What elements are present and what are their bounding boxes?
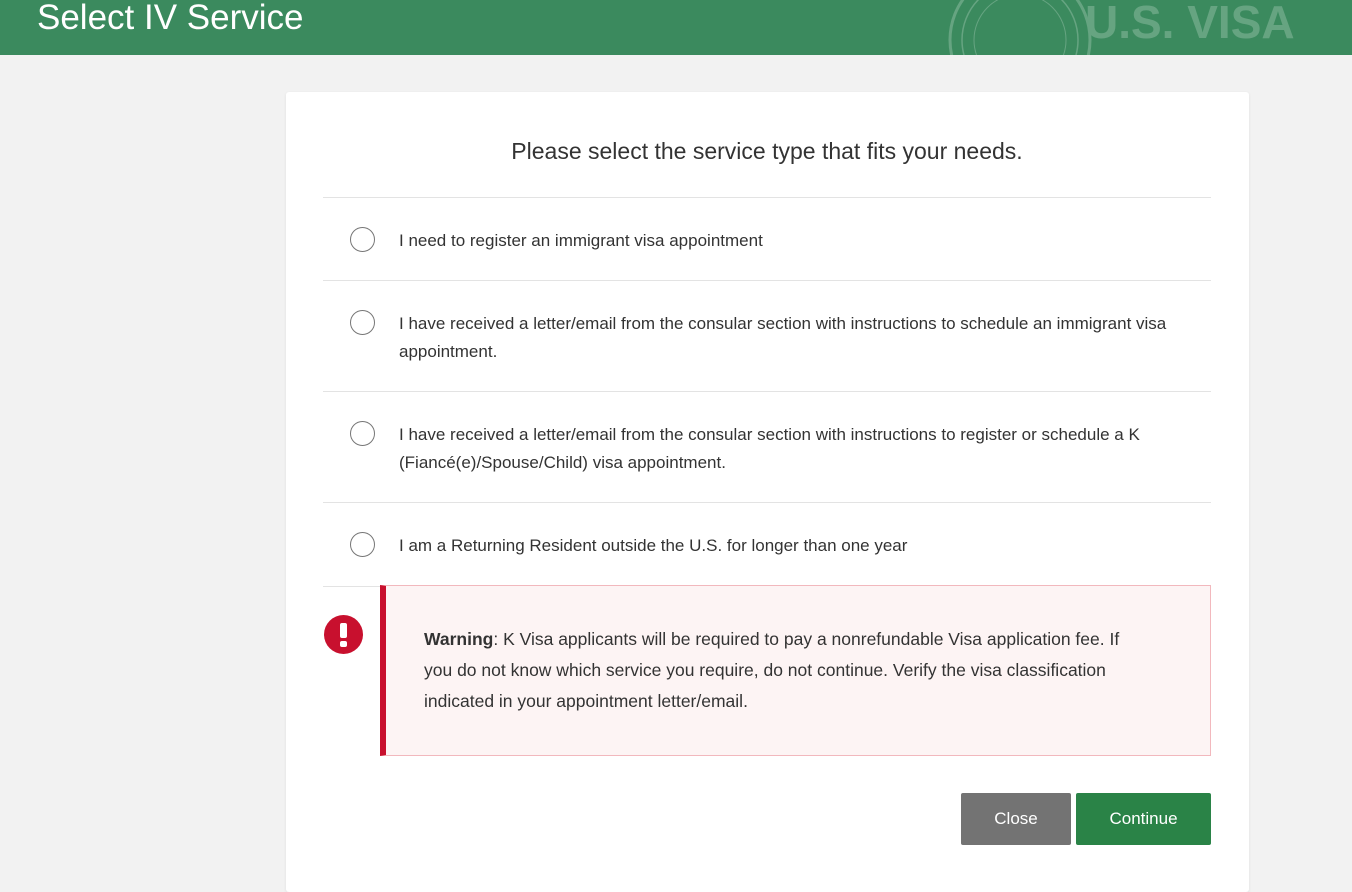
option-schedule-immigrant-visa[interactable]: I have received a letter/email from the …: [323, 280, 1211, 392]
warning-message: Warning: K Visa applicants will be requi…: [424, 624, 1144, 717]
option-label: I need to register an immigrant visa app…: [399, 231, 763, 250]
radio-k-visa-appointment[interactable]: [350, 421, 375, 446]
page-title: Select IV Service: [37, 0, 304, 37]
radio-returning-resident[interactable]: [350, 532, 375, 557]
divider: [323, 586, 380, 587]
warning-alert: Warning: K Visa applicants will be requi…: [380, 585, 1211, 756]
watermark-text: U.S. VISA: [1085, 0, 1295, 48]
page-header: Select IV Service U.S. VISA: [0, 0, 1352, 55]
prompt-text: Please select the service type that fits…: [511, 138, 1023, 164]
option-returning-resident[interactable]: I am a Returning Resident outside the U.…: [323, 502, 1211, 586]
option-k-visa-appointment[interactable]: I have received a letter/email from the …: [323, 391, 1211, 503]
warning-body: : K Visa applicants will be required to …: [424, 629, 1120, 711]
option-label: I have received a letter/email from the …: [399, 314, 1167, 361]
radio-schedule-immigrant-visa[interactable]: [350, 310, 375, 335]
warning-label: Warning: [424, 629, 494, 649]
option-label: I have received a letter/email from the …: [399, 425, 1140, 472]
option-label: I am a Returning Resident outside the U.…: [399, 536, 908, 555]
option-register-immigrant-visa[interactable]: I need to register an immigrant visa app…: [323, 197, 1211, 281]
radio-register-immigrant-visa[interactable]: [350, 227, 375, 252]
exclamation-circle-icon: [324, 615, 363, 654]
close-button[interactable]: Close: [961, 793, 1071, 845]
continue-button[interactable]: Continue: [1076, 793, 1211, 845]
visa-seal-watermark-icon: U.S. VISA: [948, 0, 1295, 55]
